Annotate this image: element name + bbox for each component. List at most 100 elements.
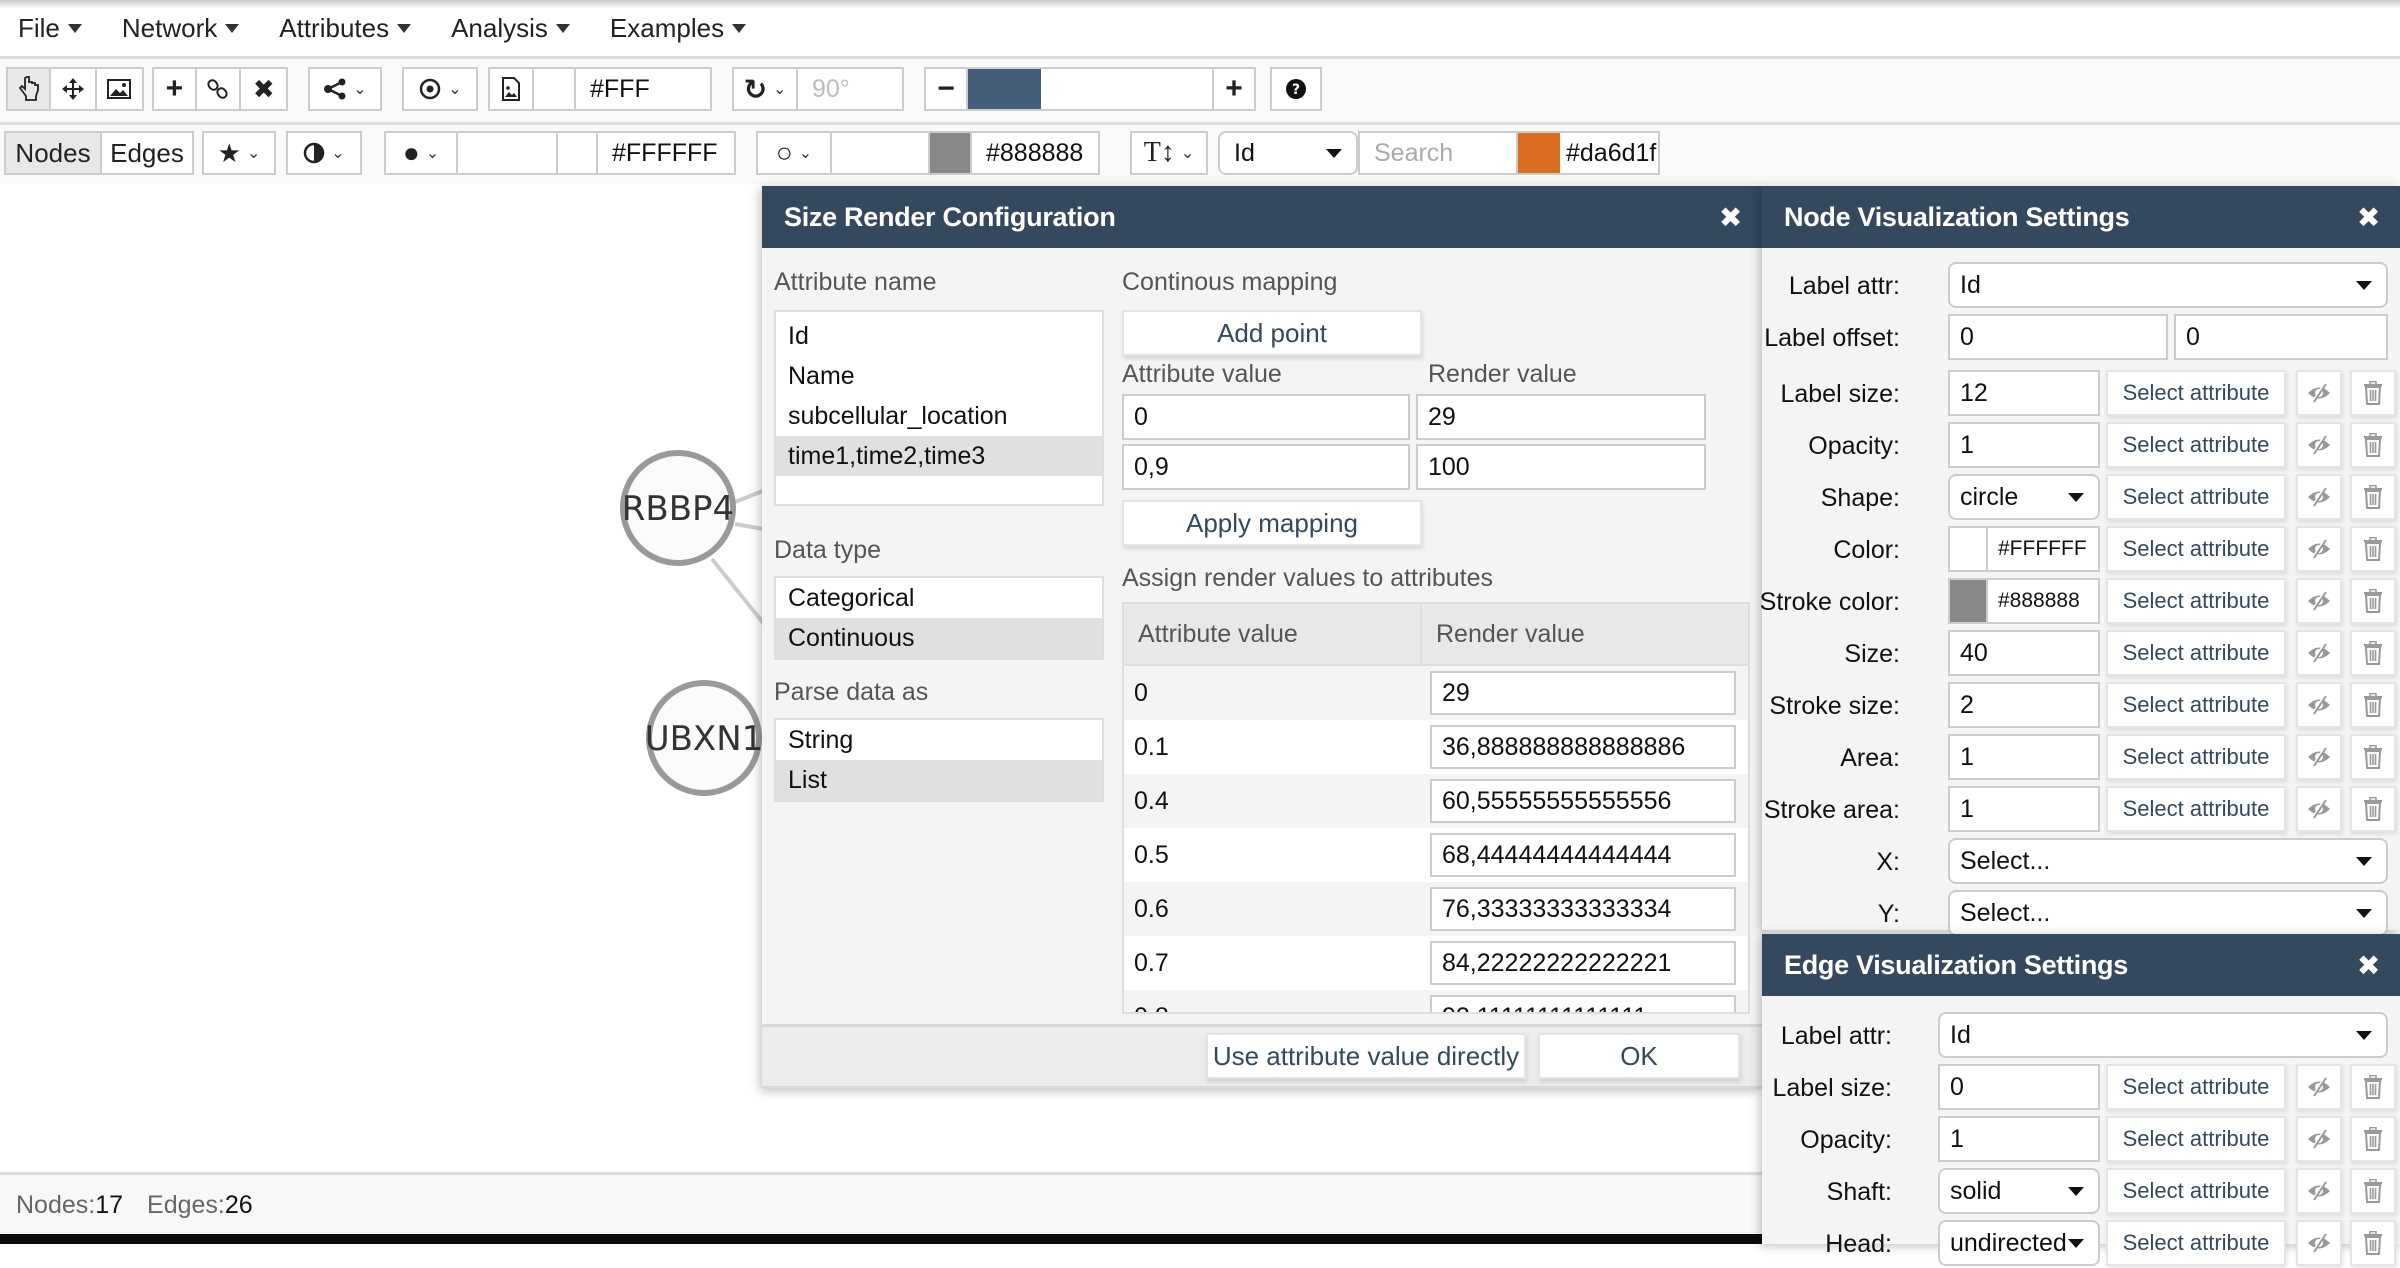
- data-type-option-selected[interactable]: Continuous: [776, 618, 1102, 658]
- select-attribute-button[interactable]: Select attribute: [2106, 1116, 2286, 1162]
- data-type-option[interactable]: Categorical: [776, 578, 1102, 618]
- select-attribute-button[interactable]: Select attribute: [2106, 630, 2286, 676]
- tab-edges[interactable]: Edges: [102, 133, 192, 173]
- edge-label-attr-select[interactable]: Id: [1938, 1012, 2388, 1058]
- render-value-input[interactable]: 36,888888888888886: [1430, 725, 1736, 769]
- parse-option[interactable]: String: [776, 720, 1102, 760]
- size-input[interactable]: 40: [1948, 630, 2100, 676]
- toggle-visibility-button[interactable]: [2296, 422, 2342, 468]
- toggle-visibility-button[interactable]: [2296, 1220, 2342, 1266]
- render-value-input[interactable]: 60,55555555555556: [1430, 779, 1736, 823]
- x-attribute-select[interactable]: Select...: [1948, 838, 2388, 884]
- opacity-dropdown[interactable]: ⌄: [288, 133, 360, 173]
- label-offset-x-input[interactable]: 0: [1948, 314, 2168, 360]
- toggle-visibility-button[interactable]: [2296, 526, 2342, 572]
- highlight-color-input[interactable]: #da6d1f: [1560, 133, 1658, 173]
- menu-file[interactable]: File: [18, 13, 82, 44]
- mapping-render-input[interactable]: 29: [1416, 394, 1706, 440]
- add-point-button[interactable]: Add point: [1122, 310, 1422, 356]
- select-attribute-button[interactable]: Select attribute: [2106, 578, 2286, 624]
- select-attribute-button[interactable]: Select attribute: [2106, 734, 2286, 780]
- close-icon[interactable]: ✖: [1719, 201, 1742, 234]
- delete-mapping-button[interactable]: [2350, 682, 2396, 728]
- select-attribute-button[interactable]: Select attribute: [2106, 422, 2286, 468]
- label-offset-y-input[interactable]: 0: [2174, 314, 2388, 360]
- label-attr-select[interactable]: Id: [1948, 262, 2388, 308]
- select-attribute-button[interactable]: Select attribute: [2106, 1220, 2286, 1266]
- toggle-visibility-button[interactable]: [2296, 682, 2342, 728]
- stroke-color-input[interactable]: #888888: [1948, 578, 2100, 624]
- attribute-option-selected[interactable]: time1,time2,time3: [776, 436, 1102, 476]
- delete-mapping-button[interactable]: [2350, 422, 2396, 468]
- shape-select[interactable]: circle: [1948, 474, 2100, 520]
- opacity-input[interactable]: 1: [1948, 422, 2100, 468]
- toggle-visibility-button[interactable]: [2296, 474, 2342, 520]
- stroke-shape-dropdown[interactable]: ○ ⌄: [758, 133, 832, 173]
- menu-network[interactable]: Network: [122, 13, 240, 44]
- fill-color-input[interactable]: #FFFFFF: [598, 133, 734, 173]
- select-attribute-button[interactable]: Select attribute: [2106, 474, 2286, 520]
- stroke-color-input[interactable]: #888888: [972, 133, 1098, 173]
- delete-mapping-button[interactable]: [2350, 1064, 2396, 1110]
- move-mode-button[interactable]: [51, 69, 97, 109]
- attribute-option[interactable]: Name: [776, 356, 1102, 396]
- color-swatch[interactable]: [1950, 528, 1988, 570]
- toggle-visibility-button[interactable]: [2296, 630, 2342, 676]
- label-size-input[interactable]: 0: [1938, 1064, 2100, 1110]
- menu-attributes[interactable]: Attributes: [279, 13, 412, 44]
- delete-mapping-button[interactable]: [2350, 630, 2396, 676]
- zoom-in-button[interactable]: +: [1214, 69, 1254, 109]
- search-input[interactable]: Search: [1360, 133, 1519, 173]
- toggle-visibility-button[interactable]: [2296, 1168, 2342, 1214]
- toggle-visibility-button[interactable]: [2296, 370, 2342, 416]
- zoom-out-button[interactable]: −: [926, 69, 968, 109]
- background-color-input[interactable]: #FFF: [576, 69, 710, 109]
- image-mode-button[interactable]: [96, 69, 142, 109]
- render-value-input[interactable]: 92,11111111111111: [1430, 995, 1736, 1012]
- apply-mapping-button[interactable]: Apply mapping: [1122, 500, 1422, 546]
- zoom-slider[interactable]: [968, 69, 1214, 109]
- delete-mapping-button[interactable]: [2350, 370, 2396, 416]
- background-swatch[interactable]: [534, 69, 576, 109]
- select-attribute-button[interactable]: Select attribute: [2106, 1064, 2286, 1110]
- area-input[interactable]: 1: [1948, 734, 2100, 780]
- mapping-render-input[interactable]: 100: [1416, 444, 1706, 490]
- table-body[interactable]: 0 29 0.1 36,888888888888886 0.4 60,5555555555…: [1124, 666, 1748, 1012]
- fill-size-input[interactable]: [458, 133, 558, 173]
- toggle-visibility-button[interactable]: [2296, 1116, 2342, 1162]
- fill-shape-dropdown[interactable]: ● ⌄: [386, 133, 458, 173]
- select-attribute-button[interactable]: Select attribute: [2106, 1168, 2286, 1214]
- fill-color-swatch[interactable]: [558, 133, 598, 173]
- select-attribute-button[interactable]: Select attribute: [2106, 370, 2286, 416]
- stroke-size-input[interactable]: 2: [1948, 682, 2100, 728]
- select-attribute-button[interactable]: Select attribute: [2106, 682, 2286, 728]
- center-dropdown[interactable]: ⌄: [404, 69, 476, 109]
- help-button[interactable]: ?: [1272, 69, 1320, 109]
- delete-mapping-button[interactable]: [2350, 578, 2396, 624]
- select-dropdown[interactable]: ★ ⌄: [204, 133, 274, 173]
- toggle-visibility-button[interactable]: [2296, 734, 2342, 780]
- toggle-visibility-button[interactable]: [2296, 786, 2342, 832]
- add-edge-button[interactable]: [196, 69, 242, 109]
- layout-dropdown[interactable]: ⌄: [310, 69, 380, 109]
- render-value-input[interactable]: 68,44444444444444: [1430, 833, 1736, 877]
- highlight-color-swatch[interactable]: [1518, 133, 1560, 173]
- close-icon[interactable]: ✖: [2357, 949, 2380, 982]
- rotation-input[interactable]: 90°: [798, 69, 902, 109]
- stroke-size-input[interactable]: [832, 133, 930, 173]
- parse-option-selected[interactable]: List: [776, 760, 1102, 800]
- stroke-area-input[interactable]: 1: [1948, 786, 2100, 832]
- color-input[interactable]: #FFFFFF: [1948, 526, 2100, 572]
- use-attribute-directly-button[interactable]: Use attribute value directly: [1206, 1033, 1526, 1079]
- delete-mapping-button[interactable]: [2350, 474, 2396, 520]
- attribute-option[interactable]: Id: [776, 316, 1102, 356]
- stroke-color-swatch[interactable]: [930, 133, 972, 173]
- rotate-dropdown[interactable]: ↻ ⌄: [734, 69, 798, 109]
- shaft-select[interactable]: solid: [1938, 1168, 2100, 1214]
- delete-mapping-button[interactable]: [2350, 1116, 2396, 1162]
- background-image-button[interactable]: [490, 69, 534, 109]
- mapping-attr-input[interactable]: 0: [1122, 394, 1410, 440]
- toggle-visibility-button[interactable]: [2296, 578, 2342, 624]
- add-node-button[interactable]: +: [154, 69, 197, 109]
- mapping-attr-input[interactable]: 0,9: [1122, 444, 1410, 490]
